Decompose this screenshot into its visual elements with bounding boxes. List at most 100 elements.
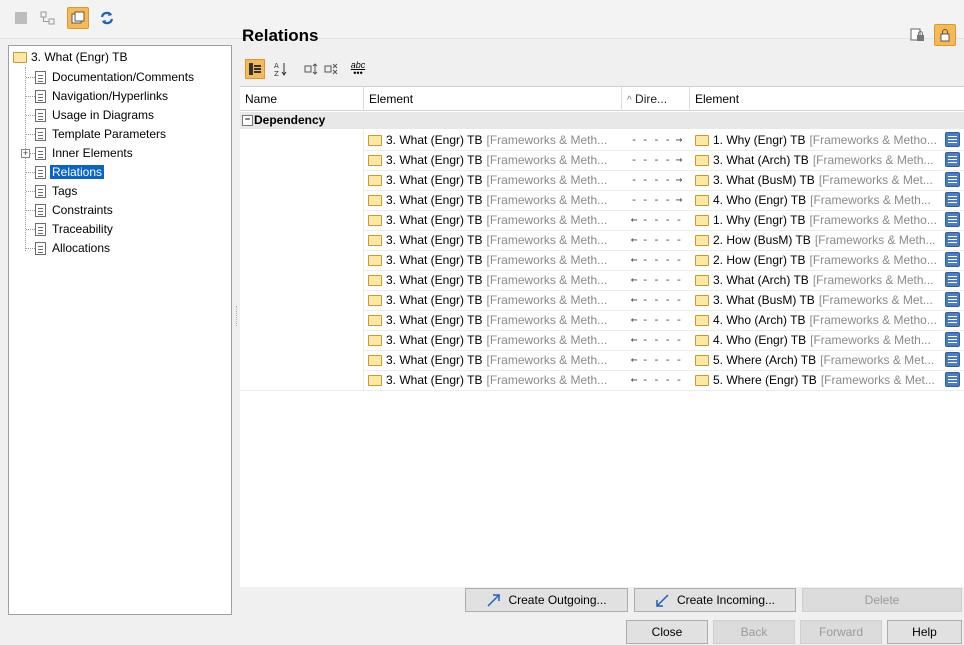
tree-item-template-parameters[interactable]: Template Parameters xyxy=(35,125,168,143)
source-element-cell[interactable]: 3. What (Engr) TB [Frameworks & Meth... xyxy=(368,330,620,350)
column-header-name[interactable]: Name xyxy=(240,87,364,111)
column-header-element[interactable]: Element xyxy=(364,87,622,111)
specification-icon[interactable] xyxy=(945,332,960,347)
help-button[interactable]: Help xyxy=(887,620,962,644)
target-element-cell[interactable]: 1. Why (Engr) TB [Frameworks & Metho... xyxy=(695,210,943,230)
tree-item-traceability[interactable]: Traceability xyxy=(35,220,115,238)
specification-icon[interactable] xyxy=(945,132,960,147)
create-outgoing-button[interactable]: Create Outgoing... xyxy=(465,588,628,612)
back-button[interactable]: Back xyxy=(713,620,795,644)
name-cell[interactable] xyxy=(240,310,364,330)
specification-icon[interactable] xyxy=(945,292,960,307)
table-row[interactable]: 3. What (Engr) TB [Frameworks & Meth... ← … xyxy=(240,250,964,271)
name-cell[interactable] xyxy=(240,330,364,350)
source-element-cell[interactable]: 3. What (Engr) TB [Frameworks & Meth... xyxy=(368,290,620,310)
source-element-cell[interactable]: 3. What (Engr) TB [Frameworks & Meth... xyxy=(368,230,620,250)
table-row[interactable]: 3. What (Engr) TB [Frameworks & Meth... ← … xyxy=(240,290,964,311)
target-element-cell[interactable]: 4. Who (Arch) TB [Frameworks & Metho... xyxy=(695,310,943,330)
target-element-cell[interactable]: 3. What (Arch) TB [Frameworks & Meth... xyxy=(695,150,943,170)
table-row[interactable]: 3. What (Engr) TB [Frameworks & Meth... ← … xyxy=(240,210,964,231)
forward-button[interactable]: Forward xyxy=(800,620,882,644)
group-row-dependency[interactable]: − Dependency xyxy=(240,112,964,129)
table-row[interactable]: 3. What (Engr) TB [Frameworks & Meth... - … xyxy=(240,190,964,211)
table-row[interactable]: 3. What (Engr) TB [Frameworks & Meth... ← … xyxy=(240,370,964,391)
collapse-icon[interactable]: − xyxy=(242,115,253,127)
grid-icon[interactable] xyxy=(10,7,32,29)
source-element-cell[interactable]: 3. What (Engr) TB [Frameworks & Meth... xyxy=(368,250,620,270)
table-row[interactable]: 3. What (Engr) TB [Frameworks & Meth... ← … xyxy=(240,270,964,291)
window-copy-icon[interactable] xyxy=(67,7,89,29)
close-button[interactable]: Close xyxy=(626,620,708,644)
source-element-cell[interactable]: 3. What (Engr) TB [Frameworks & Meth... xyxy=(368,190,620,210)
refresh-icon[interactable] xyxy=(96,7,118,29)
specification-icon[interactable] xyxy=(945,372,960,387)
table-row[interactable]: 3. What (Engr) TB [Frameworks & Meth... ← … xyxy=(240,330,964,351)
table-row[interactable]: 3. What (Engr) TB [Frameworks & Meth... - … xyxy=(240,150,964,171)
name-cell[interactable] xyxy=(240,210,364,230)
tree-item-documentation[interactable]: Documentation/Comments xyxy=(35,68,196,86)
specification-icon[interactable] xyxy=(945,212,960,227)
name-cell[interactable] xyxy=(240,150,364,170)
target-element-cell[interactable]: 5. Where (Engr) TB [Frameworks & Met... xyxy=(695,370,943,390)
source-element-cell[interactable]: 3. What (Engr) TB [Frameworks & Meth... xyxy=(368,150,620,170)
source-element-cell[interactable]: 3. What (Engr) TB [Frameworks & Meth... xyxy=(368,130,620,150)
group-icon[interactable] xyxy=(245,59,265,79)
name-cell[interactable] xyxy=(240,270,364,290)
source-element-cell[interactable]: 3. What (Engr) TB [Frameworks & Meth... xyxy=(368,350,620,370)
tree-root[interactable]: 3. What (Engr) TB xyxy=(13,50,127,64)
tree-item-usage-in-diagrams[interactable]: Usage in Diagrams xyxy=(35,106,156,124)
name-cell[interactable] xyxy=(240,370,364,390)
target-element-cell[interactable]: 2. How (Engr) TB [Frameworks & Metho... xyxy=(695,250,943,270)
splitter-handle[interactable] xyxy=(236,306,239,326)
source-element-cell[interactable]: 3. What (Engr) TB [Frameworks & Meth... xyxy=(368,370,620,390)
tree-item-navigation[interactable]: Navigation/Hyperlinks xyxy=(35,87,170,105)
create-incoming-button[interactable]: Create Incoming... xyxy=(634,588,796,612)
table-row[interactable]: 3. What (Engr) TB [Frameworks & Meth... - … xyxy=(240,170,964,191)
target-element-cell[interactable]: 3. What (BusM) TB [Frameworks & Met... xyxy=(695,290,943,310)
expand-all-icon[interactable] xyxy=(302,59,322,79)
tree-item-constraints[interactable]: Constraints xyxy=(35,201,115,219)
table-row[interactable]: 3. What (Engr) TB [Frameworks & Meth... ← … xyxy=(240,310,964,331)
target-element-cell[interactable]: 4. Who (Engr) TB [Frameworks & Meth... xyxy=(695,330,943,350)
source-element-cell[interactable]: 3. What (Engr) TB [Frameworks & Meth... xyxy=(368,170,620,190)
sort-az-icon[interactable]: AZ xyxy=(271,59,291,79)
source-element-cell[interactable]: 3. What (Engr) TB [Frameworks & Meth... xyxy=(368,270,620,290)
specification-icon[interactable] xyxy=(945,312,960,327)
expand-icon[interactable]: + xyxy=(21,149,30,158)
collapse-all-icon[interactable] xyxy=(322,59,342,79)
name-cell[interactable] xyxy=(240,290,364,310)
table-row[interactable]: 3. What (Engr) TB [Frameworks & Meth... ← … xyxy=(240,230,964,251)
table-row[interactable]: 3. What (Engr) TB [Frameworks & Meth... ← … xyxy=(240,350,964,371)
name-cell[interactable] xyxy=(240,230,364,250)
tree-structure-icon[interactable] xyxy=(37,7,59,29)
target-element-cell[interactable]: 4. Who (Engr) TB [Frameworks & Meth... xyxy=(695,190,943,210)
target-element-cell[interactable]: 3. What (BusM) TB [Frameworks & Met... xyxy=(695,170,943,190)
name-cell[interactable] xyxy=(240,350,364,370)
target-element-cell[interactable]: 1. Why (Engr) TB [Frameworks & Metho... xyxy=(695,130,943,150)
abc-icon[interactable]: abc ••• xyxy=(348,59,368,79)
target-element-cell[interactable]: 5. Where (Arch) TB [Frameworks & Met... xyxy=(695,350,943,370)
lock-document-icon[interactable] xyxy=(906,24,928,46)
specification-icon[interactable] xyxy=(945,232,960,247)
tree-item-tags[interactable]: Tags xyxy=(35,182,79,200)
name-cell[interactable] xyxy=(240,130,364,150)
tree-item-allocations[interactable]: Allocations xyxy=(35,239,112,257)
column-header-target-element[interactable]: Element xyxy=(690,87,964,111)
lock-icon[interactable] xyxy=(934,24,956,46)
name-cell[interactable] xyxy=(240,170,364,190)
source-element-cell[interactable]: 3. What (Engr) TB [Frameworks & Meth... xyxy=(368,210,620,230)
tree-item-inner-elements[interactable]: Inner Elements xyxy=(35,144,135,162)
specification-icon[interactable] xyxy=(945,152,960,167)
specification-icon[interactable] xyxy=(945,272,960,287)
source-element-cell[interactable]: 3. What (Engr) TB [Frameworks & Meth... xyxy=(368,310,620,330)
specification-icon[interactable] xyxy=(945,192,960,207)
specification-icon[interactable] xyxy=(945,252,960,267)
table-row[interactable]: 3. What (Engr) TB [Frameworks & Meth... - … xyxy=(240,130,964,151)
column-header-direction[interactable]: ^ Dire... xyxy=(622,87,690,111)
specification-icon[interactable] xyxy=(945,172,960,187)
target-element-cell[interactable]: 3. What (Arch) TB [Frameworks & Meth... xyxy=(695,270,943,290)
delete-button[interactable]: Delete xyxy=(802,588,962,612)
target-element-cell[interactable]: 2. How (BusM) TB [Frameworks & Meth... xyxy=(695,230,943,250)
specification-icon[interactable] xyxy=(945,352,960,367)
name-cell[interactable] xyxy=(240,190,364,210)
